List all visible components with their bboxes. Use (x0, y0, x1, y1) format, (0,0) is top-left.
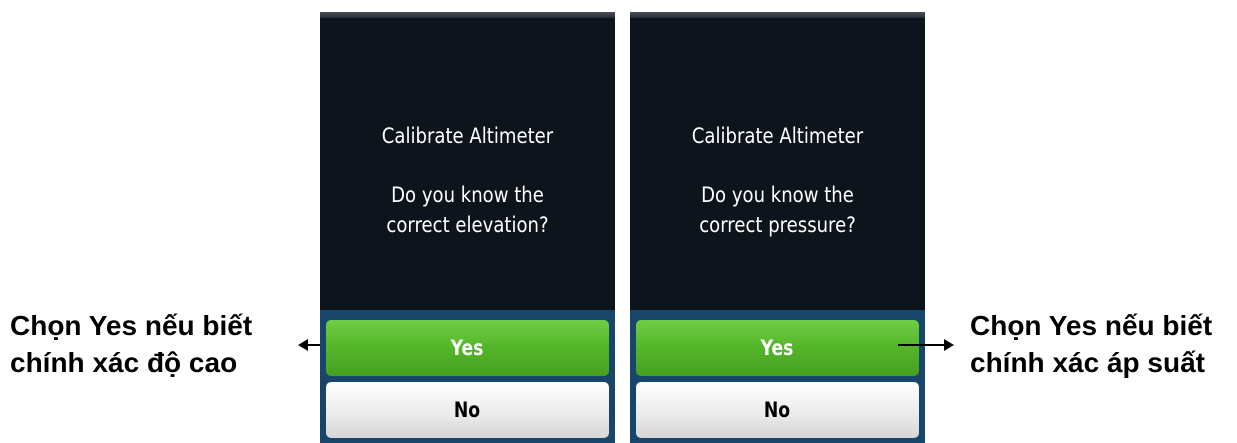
left-device-screen: Calibrate Altimeter Do you know the corr… (320, 12, 615, 443)
left-question-line1: Do you know the (391, 183, 544, 207)
left-yes-button[interactable]: Yes (326, 320, 609, 376)
left-caption-line2: chính xác độ cao (10, 347, 238, 378)
right-question-line2: correct pressure? (699, 213, 856, 237)
left-dialog-title: Calibrate Altimeter (381, 124, 554, 148)
right-status-bar (630, 12, 925, 18)
right-dialog-question: Do you know the correct pressure? (651, 180, 905, 240)
right-no-label: No (764, 398, 791, 422)
right-no-button[interactable]: No (636, 382, 919, 438)
left-dialog-question: Do you know the correct elevation? (341, 180, 595, 240)
left-question-line2: correct elevation? (386, 213, 549, 237)
left-yes-label: Yes (451, 336, 484, 360)
right-arrow-icon (898, 339, 954, 351)
left-status-bar (320, 12, 615, 18)
right-caption: Chọn Yes nếu biết chính xác áp suất (970, 307, 1212, 381)
right-button-area: Yes No (630, 310, 925, 443)
left-no-button[interactable]: No (326, 382, 609, 438)
left-caption: Chọn Yes nếu biết chính xác độ cao (10, 307, 252, 381)
right-device-screen: Calibrate Altimeter Do you know the corr… (630, 12, 925, 443)
right-caption-line1: Chọn Yes nếu biết (970, 310, 1213, 341)
right-yes-button[interactable]: Yes (636, 320, 919, 376)
left-no-label: No (454, 398, 481, 422)
right-dialog-title: Calibrate Altimeter (691, 124, 864, 148)
left-caption-line1: Chọn Yes nếu biết (10, 310, 253, 341)
left-button-area: Yes No (320, 310, 615, 443)
right-yes-label: Yes (761, 336, 794, 360)
right-question-line1: Do you know the (701, 183, 854, 207)
right-caption-line2: chính xác áp suất (970, 347, 1205, 378)
